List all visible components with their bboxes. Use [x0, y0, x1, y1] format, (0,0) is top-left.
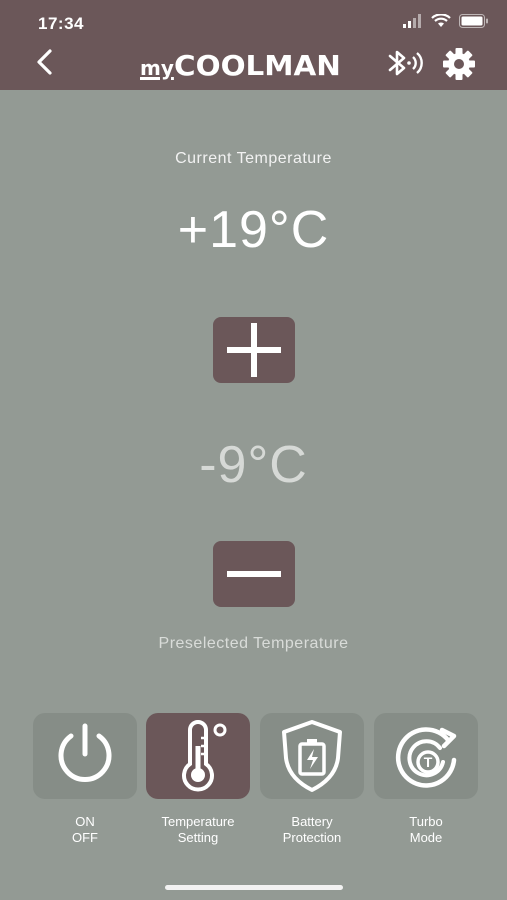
app-header: 17:34 my COOLMAN: [0, 0, 507, 90]
brand-prefix: my: [140, 56, 174, 80]
power-icon: [58, 723, 112, 782]
temperature-setting-label-line1: Temperature: [161, 814, 235, 829]
status-time: 17:34: [38, 14, 84, 33]
preselected-temperature-label: Preselected Temperature: [158, 635, 349, 652]
signal-icon: [403, 14, 421, 28]
turbo-mode-tile-label: Turbo Mode: [369, 814, 483, 846]
turbo-mode-label-line2: Mode: [409, 830, 443, 845]
bluetooth-icon[interactable]: [384, 46, 424, 80]
turbo-icon: T: [395, 727, 457, 788]
current-temperature-value: +19°C: [177, 201, 330, 259]
temperature-setting-label-line2: Setting: [177, 830, 219, 845]
turbo-mode-label-line1: Turbo: [409, 814, 443, 829]
temperature-setting-tile-label: Temperature Setting: [141, 814, 255, 846]
temperature-setting-tile-button[interactable]: [146, 713, 250, 799]
increase-temperature-button[interactable]: [213, 317, 295, 383]
power-tile-button[interactable]: [33, 713, 137, 799]
brand-name: COOLMAN: [173, 49, 341, 82]
battery-icon: [459, 14, 488, 28]
preselected-temperature-value: -9°C: [199, 436, 308, 494]
back-chevron-icon: [37, 49, 52, 75]
current-temperature-label: Current Temperature: [175, 150, 332, 167]
back-button[interactable]: [26, 44, 62, 80]
gear-icon[interactable]: [442, 47, 476, 81]
svg-text:T: T: [424, 754, 433, 770]
minus-icon: [227, 571, 281, 577]
plus-icon: [227, 323, 281, 377]
battery-protection-tile-button[interactable]: [260, 713, 364, 799]
battery-shield-icon: [282, 720, 342, 792]
decrease-temperature-button[interactable]: [213, 541, 295, 607]
thermometer-icon: [182, 720, 227, 792]
battery-protection-tile-label: Battery Protection: [255, 814, 369, 846]
power-label-line1: ON: [75, 814, 95, 829]
home-indicator[interactable]: [165, 885, 343, 890]
power-tile-label: ON OFF: [28, 814, 142, 846]
status-icons: [403, 14, 489, 28]
power-label-line2: OFF: [72, 830, 98, 845]
brand-logo: my COOLMAN: [140, 45, 341, 81]
battery-protection-label-line1: Battery: [291, 814, 333, 829]
wifi-icon: [431, 14, 451, 27]
battery-protection-label-line2: Protection: [282, 830, 342, 845]
turbo-mode-tile-button[interactable]: T: [374, 713, 478, 799]
